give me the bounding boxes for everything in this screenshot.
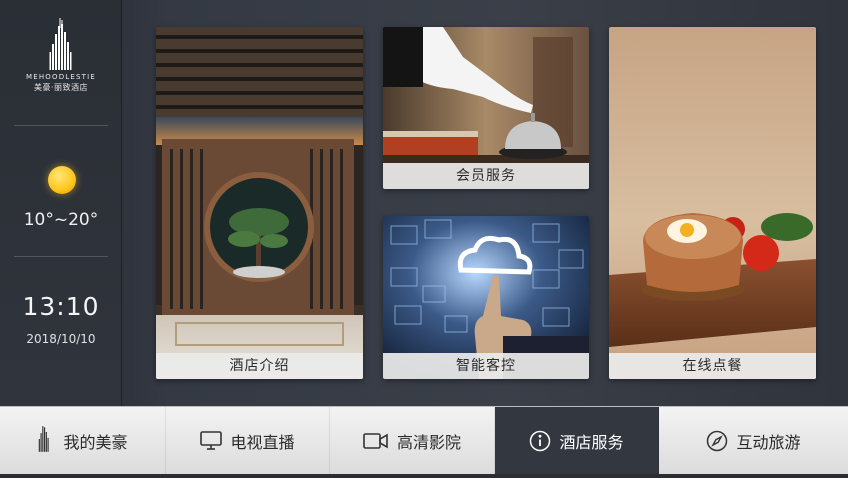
food-image <box>609 27 816 379</box>
bottom-nav: 我的美豪 电视直播 高清影院 酒店服务 互动旅游 <box>0 406 848 475</box>
compass-icon <box>706 430 728 452</box>
brand-name-cn: 美豪·丽致酒店 <box>33 83 89 92</box>
nav-item-label: 电视直播 <box>230 433 295 452</box>
tile-caption: 会员服务 <box>383 163 589 189</box>
sidebar-divider <box>14 256 108 257</box>
nav-item-label: 高清影院 <box>396 433 461 452</box>
tile-hotel-intro[interactable]: 酒店介绍 <box>156 27 363 379</box>
brand-name-en: MEHOODLESTIE <box>25 73 97 81</box>
clock-time: 13:10 <box>22 292 100 321</box>
nav-item-my-mehood[interactable]: 我的美豪 <box>0 407 166 475</box>
hotel-entrance-image <box>156 27 363 379</box>
hotel-logo-icon <box>37 426 51 456</box>
hotel-logo-icon <box>49 18 72 70</box>
nav-item-hotel-service[interactable]: 酒店服务 <box>495 407 659 475</box>
tile-smart-control[interactable]: 智能客控 <box>383 216 589 379</box>
bottom-strip <box>0 474 848 478</box>
tv-icon <box>200 431 223 451</box>
nav-item-label: 我的美豪 <box>63 433 128 452</box>
tile-caption: 智能客控 <box>383 353 589 379</box>
hotel-logo: MEHOODLESTIE 美豪·丽致酒店 <box>0 18 122 93</box>
info-icon <box>529 430 551 452</box>
tile-online-dining[interactable]: 在线点餐 <box>609 27 816 379</box>
nav-item-tv-live[interactable]: 电视直播 <box>166 407 330 475</box>
sidebar-divider <box>14 125 108 126</box>
nav-item-interactive-travel[interactable]: 互动旅游 <box>659 407 848 475</box>
tile-member-service[interactable]: 会员服务 <box>383 27 589 189</box>
tile-caption: 在线点餐 <box>609 353 816 379</box>
temperature: 10°~20° <box>23 210 99 230</box>
tile-caption: 酒店介绍 <box>156 353 363 379</box>
clock-date: 2018/10/10 <box>26 332 96 346</box>
nav-item-label: 酒店服务 <box>559 433 624 452</box>
sun-icon <box>48 166 76 194</box>
nav-item-hd-cinema[interactable]: 高清影院 <box>330 407 495 475</box>
nav-item-label: 互动旅游 <box>736 433 801 452</box>
sidebar: MEHOODLESTIE 美豪·丽致酒店 10°~20° 13:10 2018/… <box>0 0 122 406</box>
video-camera-icon <box>363 432 389 450</box>
